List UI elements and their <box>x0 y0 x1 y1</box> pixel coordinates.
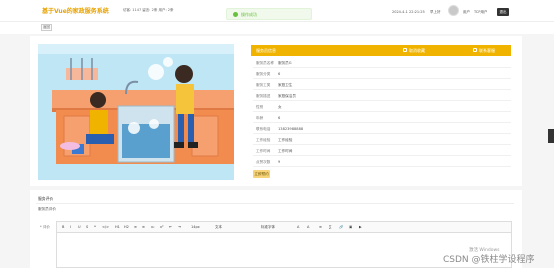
indent-button[interactable]: ⇥ <box>178 225 181 229</box>
outdent-button[interactable]: ⇤ <box>169 225 172 229</box>
collect-link[interactable]: 取消收藏 <box>409 48 425 54</box>
field-value: 6 <box>278 72 281 76</box>
field-label: 年龄 <box>256 116 264 120</box>
panel-header: 服务员信息 取消收藏 联系客服 <box>251 45 511 56</box>
code-button[interactable]: </> <box>102 225 109 229</box>
info-row-type: 服务工类 家庭卫生 <box>253 81 511 90</box>
info-row-hours: 工作时间 工作时间 <box>253 147 511 156</box>
paragraph-select[interactable]: 文本 <box>215 225 222 230</box>
housekeeping-illustration <box>38 44 234 180</box>
link-icon[interactable]: 🔗 <box>339 225 343 229</box>
evaluation-heading: 服务评价 <box>38 196 54 201</box>
info-row-phone: 联系电话 13823988888 <box>253 125 511 134</box>
font-family-select[interactable]: 标准字体 <box>261 225 275 230</box>
info-row-experience: 工作经验 工作经验 <box>253 136 511 145</box>
strike-button[interactable]: S <box>86 225 88 229</box>
field-value: 家庭卫生 <box>278 83 293 87</box>
image-icon[interactable]: ▣ <box>349 225 352 229</box>
chat-icon[interactable] <box>473 48 477 52</box>
panel-title: 服务员信息 <box>256 48 276 53</box>
info-row-category: 服务分类 6 <box>253 70 511 79</box>
field-value: 工作经验 <box>278 138 293 142</box>
italic-button[interactable]: I <box>70 225 71 229</box>
field-value: 家庭保洁员 <box>278 94 296 98</box>
content-label: * 评价 <box>40 225 50 229</box>
field-label: 服务描述 <box>256 94 271 98</box>
info-row-age: 年龄 6 <box>253 114 511 123</box>
evaluation-subheading: 服务员评价 <box>38 207 56 211</box>
book-now-button[interactable]: 立即预约 <box>253 170 270 178</box>
info-row-likes: 点赞次数 9 <box>253 158 511 167</box>
h1-button[interactable]: H1 <box>115 225 120 229</box>
field-label: 服务员名称 <box>256 61 274 65</box>
visitor-stats: 访客: 1147 留言: 2条 用户: 2条 <box>123 8 174 12</box>
info-row-description: 服务描述 家庭保洁员 <box>253 92 511 101</box>
font-color-button[interactable]: A <box>297 225 299 229</box>
field-label: 联系电话 <box>256 127 271 131</box>
user-role: 用户 <box>463 10 470 14</box>
background-color-button[interactable]: A <box>307 225 309 229</box>
field-value: 9 <box>278 160 281 164</box>
field-label: 服务工类 <box>256 83 271 87</box>
superscript-button[interactable]: x² <box>160 225 163 229</box>
field-value: 服务员G <box>278 61 292 65</box>
contact-link[interactable]: 联系客服 <box>479 48 495 54</box>
field-label: 点赞次数 <box>256 160 271 164</box>
info-row-name: 服务员名称 服务员G <box>253 59 511 68</box>
csdn-watermark: CSDN @铁柱学设程序 <box>443 255 535 265</box>
field-label: 服务分类 <box>256 72 271 76</box>
sub-toolbar <box>0 22 554 34</box>
underline-button[interactable]: U <box>78 225 81 229</box>
avatar[interactable] <box>448 5 459 16</box>
font-size-select[interactable]: 14px <box>191 225 200 229</box>
greeting: 早上好 <box>430 10 441 14</box>
rich-text-toolbar: B I U S ❝ </> H1 H2 ≡ ≡ x₂ x² ⇤ ⇥ 14px 文… <box>56 221 512 233</box>
check-circle-icon <box>233 12 238 17</box>
bullet-list-button[interactable]: ≡ <box>142 225 145 229</box>
ordered-list-button[interactable]: ≡ <box>134 225 137 229</box>
h2-button[interactable]: H2 <box>124 225 129 229</box>
side-drawer-tab[interactable] <box>548 129 554 143</box>
bold-button[interactable]: B <box>62 225 64 229</box>
quote-button[interactable]: ❝ <box>94 225 96 229</box>
username[interactable]: TCP用户 <box>474 10 488 15</box>
field-value: 工作时间 <box>278 149 293 153</box>
toast-message: 操作成功 <box>241 12 257 17</box>
back-button[interactable]: 返回 <box>41 24 52 31</box>
video-icon[interactable]: ▶ <box>359 225 362 229</box>
info-row-gender: 性别 女 <box>253 103 511 112</box>
field-value: 女 <box>278 105 282 109</box>
field-label: 工作经验 <box>256 138 271 142</box>
field-label: 工作时间 <box>256 149 271 153</box>
star-icon[interactable] <box>403 48 407 52</box>
field-label: 性别 <box>256 105 264 109</box>
divider <box>36 203 514 204</box>
field-value: 13823988888 <box>278 127 304 131</box>
subscript-button[interactable]: x₂ <box>151 225 154 229</box>
field-value: 6 <box>278 116 281 120</box>
logout-button[interactable]: 退出 <box>497 8 509 16</box>
success-toast: 操作成功 <box>226 8 312 20</box>
clear-format-button[interactable]: ∑ <box>329 225 331 229</box>
current-datetime: 2024-4-1 22:21:25 <box>392 10 425 14</box>
align-button[interactable]: ≡ <box>319 225 322 229</box>
brand-title[interactable]: 基于Vue的家政服务系统 <box>42 6 109 15</box>
